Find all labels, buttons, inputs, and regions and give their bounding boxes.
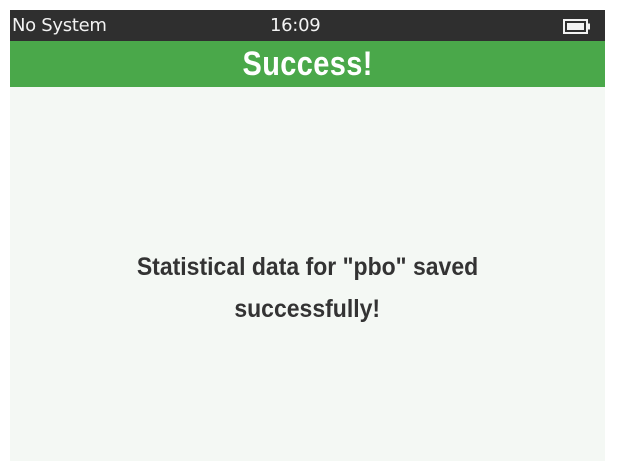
device-frame: No System 16:09 Success! Statistical dat… [0,0,617,461]
success-message: Statistical data for "pbo" saved success… [30,246,585,330]
system-status: No System [12,15,107,36]
message-line-2: successfully! [234,295,381,323]
clock: 16:09 [270,15,321,36]
battery-full-icon [563,18,591,34]
title-bar: Success! [10,41,605,87]
message-line-1: Statistical data for "pbo" saved [136,253,479,281]
page-title: Success! [242,44,373,83]
screen: No System 16:09 Success! Statistical dat… [10,10,605,461]
status-bar: No System 16:09 [10,10,605,41]
